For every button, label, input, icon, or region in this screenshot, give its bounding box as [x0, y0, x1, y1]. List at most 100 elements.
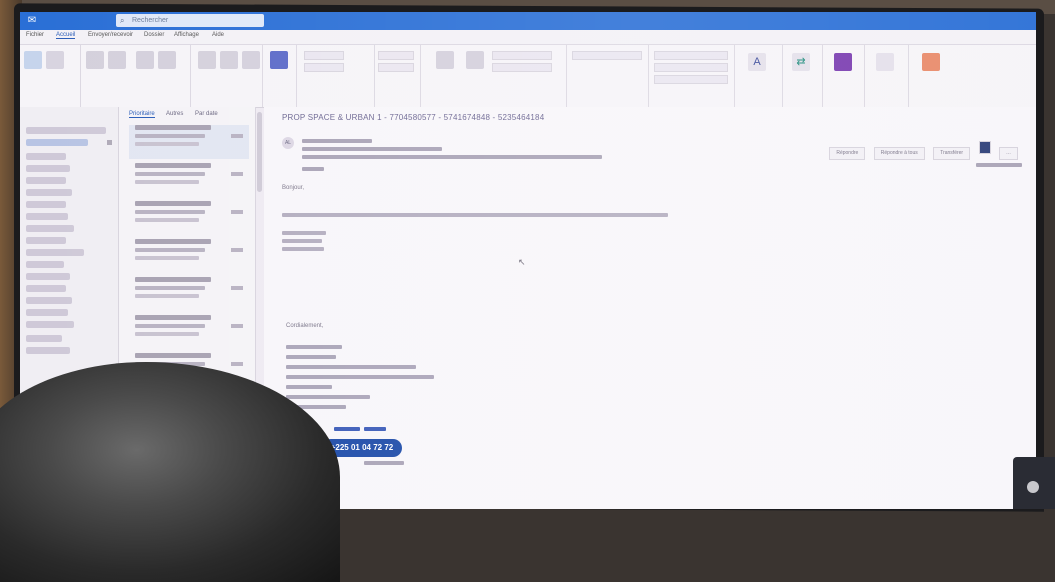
- find-people-field[interactable]: [572, 51, 642, 60]
- folder-item[interactable]: [26, 249, 84, 256]
- search-placeholder: Rechercher: [132, 17, 169, 24]
- move-button[interactable]: [378, 51, 414, 60]
- new-mail-icon[interactable]: [24, 51, 42, 69]
- tab-home[interactable]: Accueil: [56, 32, 76, 39]
- filter-mail-button[interactable]: [654, 63, 728, 72]
- folder-item[interactable]: [26, 153, 66, 160]
- forward-button[interactable]: Transférer: [933, 147, 971, 160]
- reply-all-button[interactable]: Répondre à tous: [873, 147, 925, 160]
- folder-item[interactable]: [26, 261, 64, 268]
- report-icon[interactable]: [876, 53, 894, 71]
- email-body-line: [282, 213, 668, 217]
- recipient-line: [302, 147, 442, 151]
- sort-dropdown[interactable]: Par date: [195, 111, 218, 117]
- reading-pane: PROP SPACE & URBAN 1 - 7704580577 - 5741…: [264, 107, 1036, 509]
- list-item[interactable]: [129, 163, 249, 197]
- folder-item[interactable]: [26, 189, 72, 196]
- folder-item[interactable]: [26, 321, 74, 328]
- new-items-icon[interactable]: [46, 51, 64, 69]
- folder-item[interactable]: [26, 201, 66, 208]
- list-item[interactable]: [129, 277, 249, 311]
- list-item[interactable]: [129, 125, 249, 159]
- tab-help[interactable]: Aide: [212, 32, 224, 38]
- title-bar: ✉ ⌕ Rechercher: [20, 12, 1036, 30]
- ribbon-group-quicksteps: [296, 45, 375, 107]
- delete-icon[interactable]: [86, 51, 104, 69]
- tab-other[interactable]: Autres: [166, 111, 183, 117]
- email-body-line: [282, 239, 322, 243]
- tab-file[interactable]: Fichier: [26, 32, 44, 38]
- teams-icon[interactable]: [270, 51, 288, 69]
- categorize-icon[interactable]: [466, 51, 484, 69]
- list-item[interactable]: [129, 315, 249, 349]
- message-list-scrollbar[interactable]: [257, 112, 262, 192]
- sender-name[interactable]: [302, 139, 372, 143]
- signature-badge-label: [364, 427, 386, 431]
- tab-focused[interactable]: Prioritaire: [129, 111, 155, 118]
- folder-item[interactable]: [26, 225, 74, 232]
- folder-item[interactable]: [26, 213, 68, 220]
- ribbon-group-teams: [262, 45, 297, 107]
- flag-button[interactable]: [492, 63, 552, 72]
- account-header[interactable]: [26, 127, 106, 134]
- ribbon: A ⇄: [20, 45, 1036, 108]
- outlook-icon[interactable]: ✉: [26, 15, 38, 27]
- ribbon-group-respond: [190, 45, 263, 107]
- folder-item[interactable]: [26, 297, 72, 304]
- list-item[interactable]: [129, 239, 249, 273]
- quick-steps-list-2[interactable]: [304, 63, 344, 72]
- folder-item[interactable]: [26, 285, 66, 292]
- signature-company: [286, 385, 332, 389]
- quick-steps-list[interactable]: [304, 51, 344, 60]
- signature-closing: Cordialement,: [286, 323, 324, 329]
- reply-button[interactable]: Répondre: [829, 147, 866, 160]
- translate-icon[interactable]: ⇄: [792, 53, 810, 71]
- reply-all-icon[interactable]: [158, 51, 176, 69]
- folder-inbox[interactable]: [26, 139, 88, 146]
- ribbon-tabs: Fichier Accueil Envoyer/recevoir Dossier…: [20, 30, 1036, 45]
- folder-inbox-count: [107, 140, 112, 145]
- folder-item[interactable]: [26, 165, 70, 172]
- follow-up-button[interactable]: [492, 51, 552, 60]
- folder-item[interactable]: [26, 335, 62, 342]
- tab-folder[interactable]: Dossier: [144, 32, 164, 38]
- folder-item[interactable]: [26, 309, 68, 316]
- signature-email[interactable]: [286, 365, 416, 369]
- rules-button[interactable]: [378, 63, 414, 72]
- read-aloud-icon[interactable]: A: [748, 53, 766, 71]
- onenote-icon[interactable]: [834, 53, 852, 71]
- get-addins-button[interactable]: [654, 75, 728, 84]
- message-date: [976, 163, 1022, 167]
- signature-badge-label: [334, 427, 360, 431]
- forward-icon[interactable]: [198, 51, 216, 69]
- avatar[interactable]: AL: [282, 137, 294, 149]
- archive-icon[interactable]: [108, 51, 126, 69]
- unread-icon[interactable]: [436, 51, 454, 69]
- address-book-button[interactable]: [654, 51, 728, 60]
- folder-item[interactable]: [26, 237, 66, 244]
- ribbon-group-addins: [648, 45, 735, 107]
- signature-phones: [286, 375, 434, 379]
- list-item[interactable]: [129, 201, 249, 235]
- teams-share-button[interactable]: [978, 141, 991, 154]
- ribbon-group-new: [20, 45, 81, 107]
- signature-title: [286, 355, 336, 359]
- ribbon-group-translate: ⇄: [782, 45, 823, 107]
- folder-item[interactable]: [26, 177, 66, 184]
- ribbon-group-tags: [420, 45, 567, 107]
- ribbon-group-onenote: [822, 45, 865, 107]
- tab-view[interactable]: Affichage: [174, 32, 199, 38]
- meeting-icon[interactable]: [220, 51, 238, 69]
- insights-icon[interactable]: [922, 53, 940, 71]
- more-respond-icon[interactable]: [242, 51, 260, 69]
- folder-item[interactable]: [26, 347, 70, 354]
- attachment-indicator[interactable]: [302, 167, 324, 171]
- reply-icon[interactable]: [136, 51, 154, 69]
- folder-item[interactable]: [26, 273, 70, 280]
- more-actions-button[interactable]: …: [999, 147, 1018, 160]
- search-box[interactable]: ⌕ Rechercher: [116, 14, 264, 27]
- mouse-cursor-icon: ↖: [518, 257, 526, 267]
- email-body-line: [282, 247, 324, 251]
- cc-line: [302, 155, 602, 159]
- tab-send-receive[interactable]: Envoyer/recevoir: [88, 32, 133, 38]
